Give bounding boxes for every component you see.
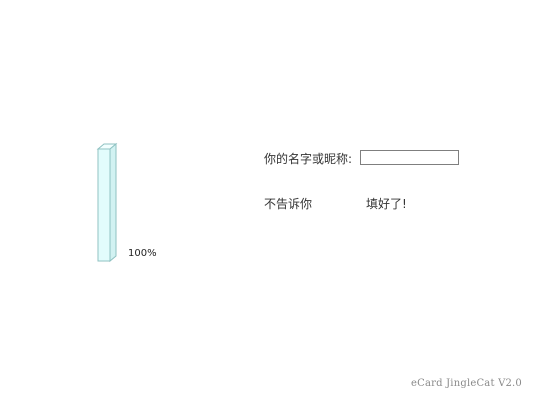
progress-bar-graphic: [96, 142, 118, 263]
submit-button[interactable]: 填好了!: [366, 195, 407, 212]
progress-bar: [96, 141, 120, 265]
progress-bar-side: [109, 142, 117, 263]
decline-button[interactable]: 不告诉你: [264, 195, 312, 212]
progress-percent-label: 100%: [128, 248, 157, 259]
name-input[interactable]: [360, 150, 459, 165]
progress-bar-fill: [99, 150, 109, 260]
name-field-label: 你的名字或昵称:: [264, 152, 353, 166]
version-footer: eCard JingleCat V2.0: [411, 378, 522, 389]
